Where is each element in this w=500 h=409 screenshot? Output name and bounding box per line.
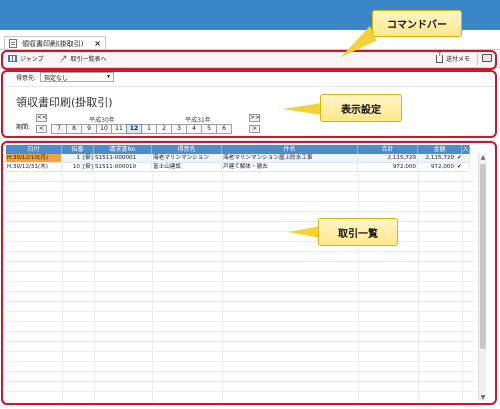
tab-receipt-print[interactable]: 領収書印刷(掛取引) × xyxy=(4,36,106,50)
close-icon[interactable]: × xyxy=(94,39,101,48)
display-settings-highlight xyxy=(1,70,497,138)
callout-transaction-list: 取引一覧 xyxy=(318,218,398,246)
callout-display-settings-text: 表示設定 xyxy=(341,104,381,116)
month-button[interactable]: 12 xyxy=(126,124,142,134)
callout-tail xyxy=(282,103,322,115)
callout-command-bar-text: コマンドバー xyxy=(387,20,447,31)
tab-label: 領収書印刷(掛取引) xyxy=(22,39,84,48)
command-bar-highlight xyxy=(1,50,497,70)
transaction-list-highlight xyxy=(1,141,497,405)
callout-display-settings: 表示設定 xyxy=(320,94,402,122)
callout-command-bar: コマンドバー xyxy=(372,10,462,37)
document-icon xyxy=(9,39,17,48)
callout-transaction-list-text: 取引一覧 xyxy=(338,228,378,240)
callout-tail xyxy=(288,226,320,238)
